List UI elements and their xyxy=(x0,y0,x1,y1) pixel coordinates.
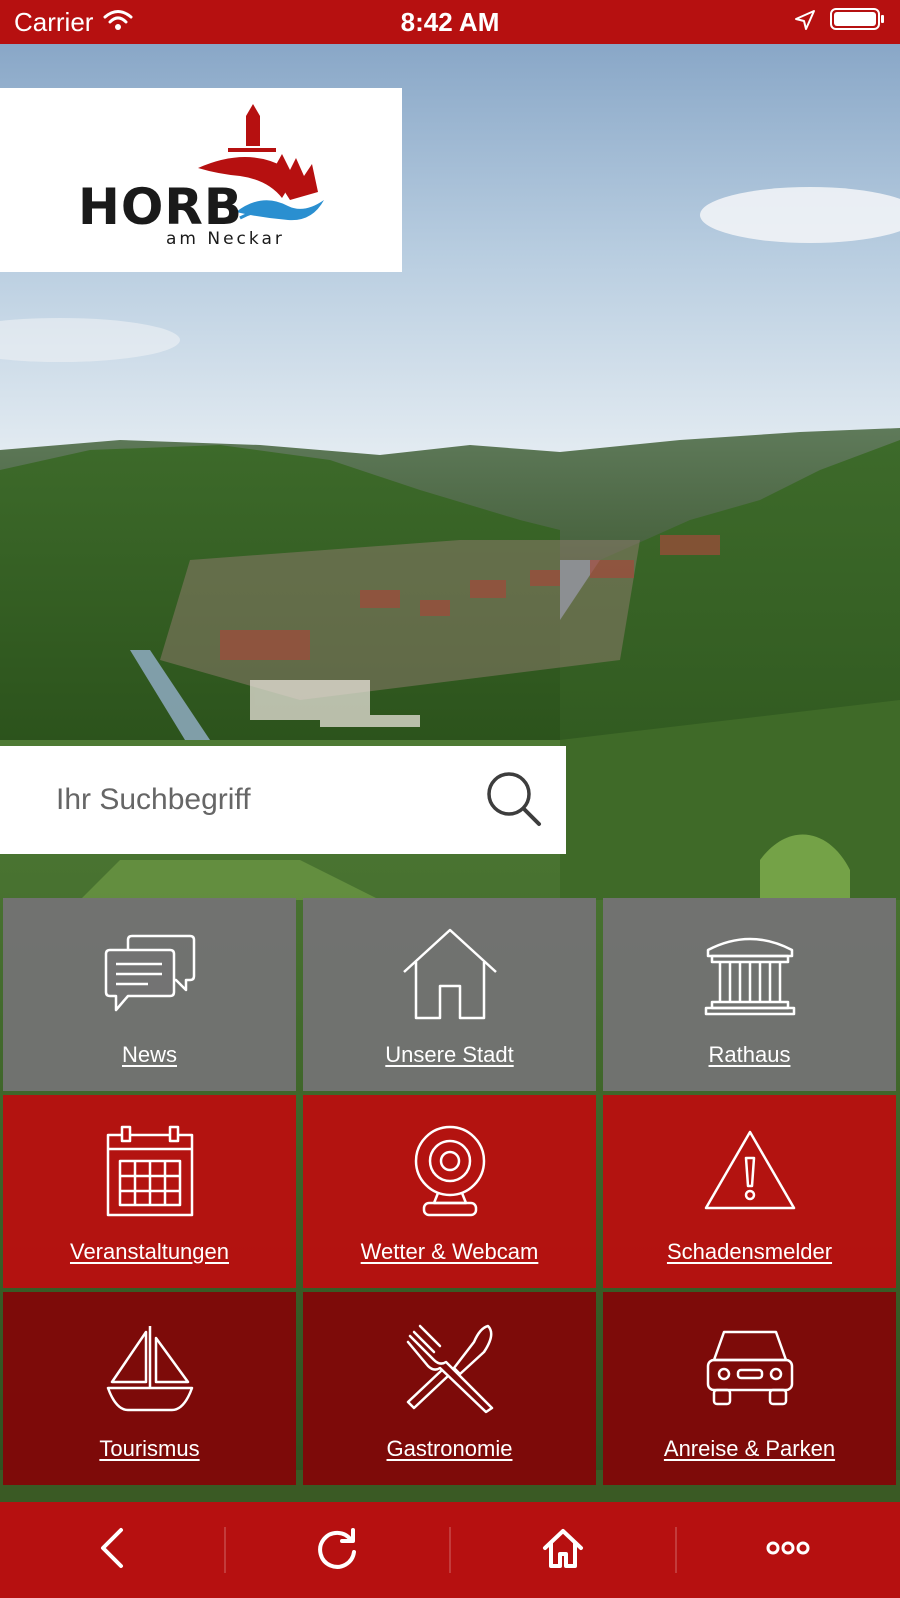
tile-label-tourismus: Tourismus xyxy=(99,1436,200,1461)
search-input[interactable] xyxy=(0,746,468,854)
tile-wetter-webcam[interactable]: Wetter & Webcam xyxy=(303,1095,596,1288)
status-left: Carrier xyxy=(14,7,133,38)
carrier-label: Carrier xyxy=(14,6,94,37)
status-time: 8:42 AM xyxy=(400,6,500,37)
tile-label-rathaus: Rathaus xyxy=(708,1042,791,1067)
tile-anreise-parken[interactable]: Anreise & Parken xyxy=(603,1292,896,1485)
tile-label-veranstaltungen: Veranstaltungen xyxy=(69,1239,230,1264)
tile-veranstaltungen[interactable]: Veranstaltungen xyxy=(3,1095,296,1288)
home-button[interactable] xyxy=(451,1502,675,1598)
speech-bubbles-icon xyxy=(100,924,200,1024)
more-dots-icon xyxy=(766,1541,810,1560)
logo-wordmark: HORB xyxy=(78,178,243,236)
reload-button[interactable] xyxy=(226,1502,450,1598)
sailboat-icon xyxy=(100,1318,200,1418)
home-icon xyxy=(541,1526,585,1575)
tile-unsere-stadt[interactable]: Unsere Stadt xyxy=(303,898,596,1091)
tile-label-gastronomie: Gastronomie xyxy=(386,1436,513,1461)
tile-label-schadensmelder: Schadensmelder xyxy=(666,1239,833,1264)
wifi-icon xyxy=(103,7,133,38)
logo-card: HORB am Neckar xyxy=(0,88,402,272)
search-icon xyxy=(483,768,543,833)
reload-icon xyxy=(315,1526,359,1575)
tile-label-wetter-webcam: Wetter & Webcam xyxy=(360,1239,539,1264)
search-bar xyxy=(0,746,566,854)
calendar-icon xyxy=(100,1121,200,1221)
battery-icon xyxy=(830,7,886,38)
menu-tile-grid: News Unsere Stadt Rathaus Veranstaltunge… xyxy=(3,898,897,1485)
tile-label-anreise-parken: Anreise & Parken xyxy=(663,1436,836,1461)
location-arrow-icon xyxy=(794,7,816,38)
tile-news[interactable]: News xyxy=(3,898,296,1091)
tile-schadensmelder[interactable]: Schadensmelder xyxy=(603,1095,896,1288)
tile-tourismus[interactable]: Tourismus xyxy=(3,1292,296,1485)
webcam-icon xyxy=(400,1121,500,1221)
tile-label-unsere-stadt: Unsere Stadt xyxy=(385,1042,514,1067)
tile-rathaus[interactable]: Rathaus xyxy=(603,898,896,1091)
fork-knife-icon xyxy=(400,1318,500,1418)
car-icon xyxy=(700,1318,800,1418)
status-right xyxy=(794,7,886,38)
more-button[interactable] xyxy=(677,1502,900,1598)
horb-logo: HORB am Neckar xyxy=(78,104,324,249)
tile-label-news: News xyxy=(121,1042,177,1067)
back-button[interactable] xyxy=(0,1502,224,1598)
bottom-navigation-bar xyxy=(0,1502,900,1598)
warning-icon xyxy=(700,1121,800,1221)
back-chevron-icon xyxy=(97,1526,127,1575)
house-icon xyxy=(400,924,500,1024)
town-hall-icon xyxy=(700,924,800,1024)
search-button[interactable] xyxy=(468,746,558,854)
logo-subline: am Neckar xyxy=(166,229,285,249)
tile-gastronomie[interactable]: Gastronomie xyxy=(303,1292,596,1485)
status-bar: Carrier 8:42 AM xyxy=(0,0,900,44)
